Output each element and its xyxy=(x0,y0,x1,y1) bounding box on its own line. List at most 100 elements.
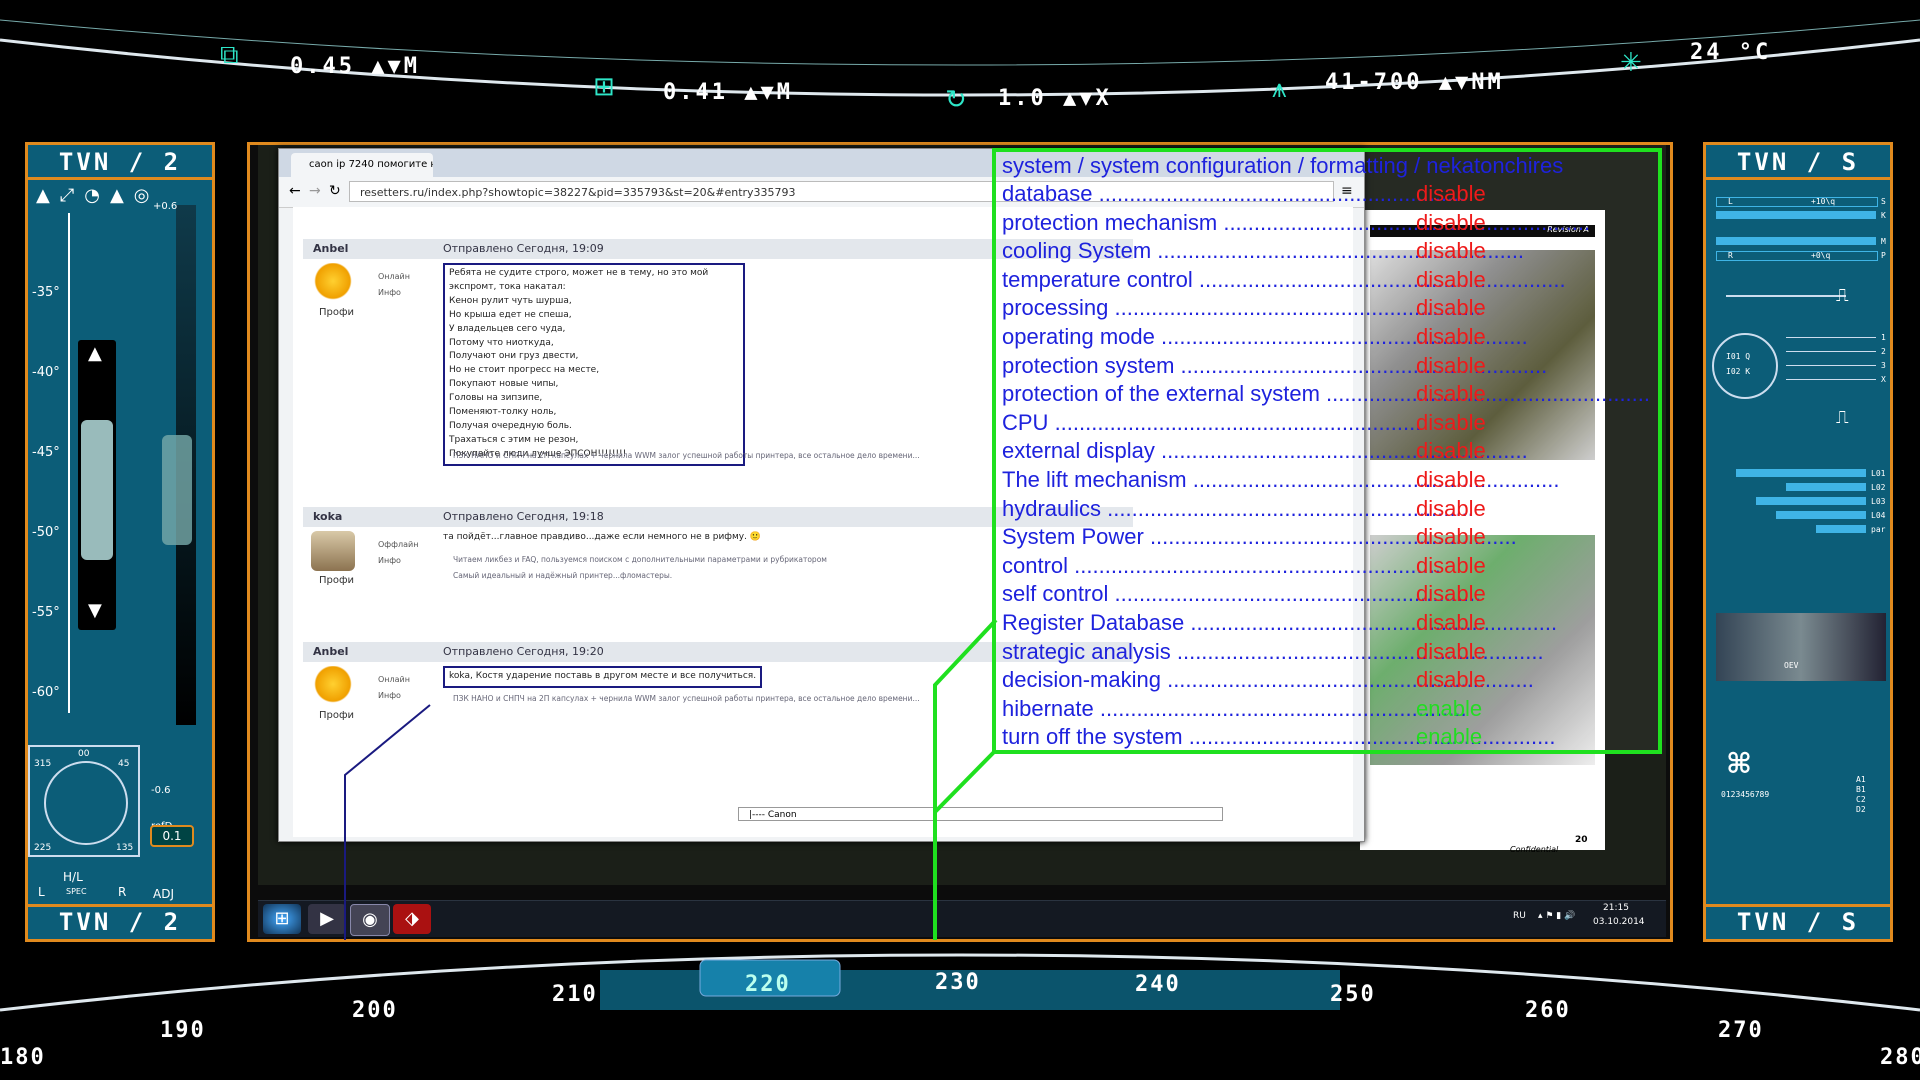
scale-bottom-value: -0.6 xyxy=(151,785,171,796)
status-value: disable xyxy=(1416,552,1486,578)
clock-time[interactable]: 21:15 xyxy=(1603,903,1629,913)
post-author[interactable]: Anbel xyxy=(313,642,348,662)
status-row: cooling System .........................… xyxy=(1002,237,1652,265)
status-leader-dots: ........................................… xyxy=(1217,209,1591,235)
scroll-down-icon[interactable]: ▼ xyxy=(88,600,102,621)
status-row: temperature control ....................… xyxy=(1002,266,1652,294)
tray-icons[interactable]: ▴ ⚑ ▮ 🔊 xyxy=(1538,911,1575,921)
chip-label-2: B1 xyxy=(1856,785,1866,794)
slider-label-2: 2 xyxy=(1881,347,1886,356)
connector-line-1 xyxy=(1726,295,1846,297)
bar-value-4: +0\q xyxy=(1811,251,1831,260)
info-link[interactable]: Инфо xyxy=(378,688,410,704)
bar-2 xyxy=(1716,211,1876,219)
left-panel-divider xyxy=(28,177,212,180)
language-indicator[interactable]: RU xyxy=(1513,911,1526,921)
connector-plug-icon-2: ⎍ xyxy=(1836,407,1849,428)
status-value: disable xyxy=(1416,238,1486,264)
top-readout-3: 1.0 ▲▼X xyxy=(998,86,1112,111)
status-label: protection system xyxy=(1002,352,1175,378)
start-button[interactable]: ⊞ xyxy=(263,904,301,934)
heading-scale-220[interactable]: 220 xyxy=(745,972,791,997)
avatar[interactable] xyxy=(311,531,355,571)
top-readout-1: 0.45 ▲▼M xyxy=(290,54,420,79)
online-status: Онлайн xyxy=(378,675,410,684)
l-label: L xyxy=(38,885,45,899)
status-row: decision-making ........................… xyxy=(1002,666,1652,694)
post-status: Оффлайн Инфо xyxy=(378,537,418,569)
pdf-reader-icon[interactable]: ⬗ xyxy=(393,904,431,934)
system-status-panel: system / system configuration / formatti… xyxy=(992,148,1662,754)
slider-2[interactable] xyxy=(1786,351,1876,352)
status-value: disable xyxy=(1416,495,1486,521)
status-row: hibernate ..............................… xyxy=(1002,695,1652,723)
info-link[interactable]: Инфо xyxy=(378,285,410,301)
right-panel-footer-title: TVN / S xyxy=(1736,908,1860,936)
doc-footer-label: Confidential xyxy=(1510,845,1559,854)
heading-scale-250: 250 xyxy=(1330,982,1376,1007)
slider-label-4: X xyxy=(1881,375,1886,384)
post-line: Но не стоит прогресс на месте, xyxy=(449,365,600,376)
forward-icon[interactable]: → xyxy=(309,183,321,199)
layers-icon: ⧉ xyxy=(220,40,239,70)
chip-label-3: C2 xyxy=(1856,795,1866,804)
reload-icon[interactable]: ↻ xyxy=(329,183,341,199)
heading-scale-200: 200 xyxy=(352,998,398,1023)
forum-jump-select[interactable]: |---- Canon xyxy=(738,807,1223,821)
avatar[interactable] xyxy=(311,666,355,706)
bottom-hud-arc xyxy=(0,953,1920,1012)
post-line: Кенон рулит чуть шурша, xyxy=(449,295,572,306)
heading-scale-190: 190 xyxy=(160,1018,206,1043)
avatar[interactable] xyxy=(311,263,355,303)
slider-3[interactable] xyxy=(1786,365,1876,366)
post-line: Покупают новые чипы, xyxy=(449,379,559,390)
left-scale-line xyxy=(68,213,70,713)
status-row: The lift mechanism .....................… xyxy=(1002,466,1652,494)
post-date: Отправлено Сегодня, 19:20 xyxy=(443,645,604,658)
status-value: disable xyxy=(1416,581,1486,607)
bar-1 xyxy=(1716,197,1878,207)
chrome-icon[interactable]: ◉ xyxy=(350,904,390,936)
scroll-up-icon[interactable]: ▲ xyxy=(88,343,102,364)
compass-north: 00 xyxy=(78,749,90,759)
slider-1[interactable] xyxy=(1786,337,1876,338)
browser-tab[interactable]: caon ip 7240 помогите н xyxy=(291,153,433,177)
post-date: Отправлено Сегодня, 19:09 xyxy=(443,242,604,255)
status-row: hydraulics .............................… xyxy=(1002,495,1652,523)
media-player-icon[interactable]: ▶ xyxy=(308,904,346,934)
left-scroll-thumb[interactable] xyxy=(81,420,113,560)
clock-date[interactable]: 03.10.2014 xyxy=(1593,917,1645,927)
status-label: self control xyxy=(1002,581,1109,607)
info-link[interactable]: Инфо xyxy=(378,553,418,569)
camera-label: OEV xyxy=(1784,661,1799,670)
right-dial xyxy=(1712,333,1778,399)
status-label: database xyxy=(1002,181,1093,206)
post-body: koka, Костя ударение поставь в другом ме… xyxy=(443,666,763,688)
status-row: protection system ......................… xyxy=(1002,352,1652,380)
compass-nw: 315 xyxy=(34,759,52,769)
level-bar-4 xyxy=(1776,511,1866,519)
slider-4[interactable] xyxy=(1786,379,1876,380)
status-label: hibernate xyxy=(1002,695,1094,721)
right-panel: TVN / S L +10\q S R K L M R +0\q P ⎍ I01… xyxy=(1703,142,1893,942)
back-icon[interactable]: ← xyxy=(289,183,301,199)
scale-top-value: +0.6 xyxy=(153,201,178,212)
level-label-2: L02 xyxy=(1871,483,1886,492)
post-signature: ПЗК НАНО и СНПЧ на 2П капсулах + чернила… xyxy=(453,694,920,703)
status-row: control ................................… xyxy=(1002,552,1652,580)
status-label: protection mechanism xyxy=(1002,209,1218,235)
status-value: disable xyxy=(1416,524,1486,550)
left-panel-bottom-divider xyxy=(28,904,212,907)
post-author[interactable]: koka xyxy=(313,507,342,527)
compass-sw: 225 xyxy=(34,843,52,853)
adj-value-badge[interactable]: 0.1 xyxy=(150,825,194,847)
status-label: protection of the external system xyxy=(1002,381,1320,407)
status-leader-dots: ........................................… xyxy=(1184,610,1558,635)
right-scroll-thumb[interactable] xyxy=(162,435,192,545)
post-author[interactable]: Anbel xyxy=(313,239,348,259)
r-label: R xyxy=(118,885,127,899)
top-readout-4: 41-700 ▲▼NM xyxy=(1325,70,1504,95)
status-value: disable xyxy=(1416,638,1486,664)
post-line: Головы на зипзипе, xyxy=(449,393,543,404)
post-signature: Читаем ликбез и FAQ, пользуемся поиском … xyxy=(453,555,827,564)
